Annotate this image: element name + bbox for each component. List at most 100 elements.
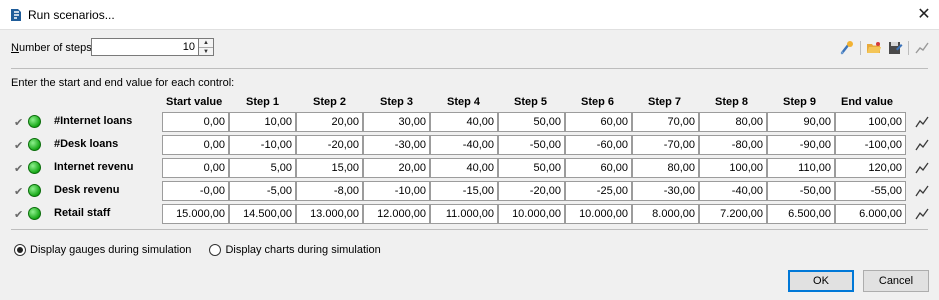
step-value-cell[interactable]: 50,00 <box>498 158 565 178</box>
open-folder-icon[interactable] <box>866 40 882 56</box>
app-logo-icon <box>11 9 21 21</box>
control-enabled-toggle[interactable]: ✔ <box>14 160 42 175</box>
start-value-cell[interactable]: 0,00 <box>162 158 229 178</box>
step-value-cell[interactable]: -40,00 <box>699 181 767 201</box>
step-value-cell[interactable]: 20,00 <box>363 158 430 178</box>
display-charts-label: Display charts during simulation <box>225 244 381 256</box>
number-of-steps-input[interactable]: 10 <box>91 38 199 56</box>
step-value-cell[interactable]: -80,00 <box>699 135 767 155</box>
end-value-cell[interactable]: 6.000,00 <box>835 204 906 224</box>
control-name: Internet revenu <box>54 161 134 173</box>
step-value-cell[interactable]: 30,00 <box>363 112 430 132</box>
step-value-cell[interactable]: -40,00 <box>430 135 498 155</box>
step-value-cell[interactable]: -25,00 <box>565 181 632 201</box>
column-header: Step 3 <box>380 96 414 108</box>
step-value-cell[interactable]: -10,00 <box>363 181 430 201</box>
control-name: Retail staff <box>54 207 111 219</box>
step-value-cell[interactable]: -15,00 <box>430 181 498 201</box>
start-value-cell[interactable]: 15.000,00 <box>162 204 229 224</box>
step-value-cell[interactable]: 50,00 <box>498 112 565 132</box>
end-value-cell[interactable]: -100,00 <box>835 135 906 155</box>
step-value-cell[interactable]: 10,00 <box>229 112 296 132</box>
column-header: Step 4 <box>447 96 481 108</box>
step-value-cell[interactable]: -30,00 <box>363 135 430 155</box>
step-value-cell[interactable]: 12.000,00 <box>363 204 430 224</box>
step-value-cell[interactable]: 15,00 <box>296 158 363 178</box>
step-value-cell[interactable]: 14.500,00 <box>229 204 296 224</box>
display-gauges-option[interactable]: Display gauges during simulation <box>14 244 191 256</box>
step-value-cell[interactable]: -30,00 <box>632 181 699 201</box>
step-value-cell[interactable]: 70,00 <box>632 112 699 132</box>
step-value-cell[interactable]: -5,00 <box>229 181 296 201</box>
step-value-cell[interactable]: 10.000,00 <box>565 204 632 224</box>
row-chart-icon[interactable] <box>914 114 930 130</box>
step-value-cell[interactable]: 5,00 <box>229 158 296 178</box>
step-value-cell[interactable]: 6.500,00 <box>767 204 835 224</box>
step-value-cell[interactable]: 40,00 <box>430 112 498 132</box>
end-value-cell[interactable]: 120,00 <box>835 158 906 178</box>
checkmark-icon: ✔ <box>14 209 24 221</box>
step-value-cell[interactable]: 40,00 <box>430 158 498 178</box>
spin-up-icon[interactable]: ▲ <box>199 39 213 47</box>
checkmark-icon: ✔ <box>14 140 24 152</box>
end-value-cell[interactable]: -55,00 <box>835 181 906 201</box>
status-green-icon <box>28 207 41 220</box>
start-value-cell[interactable]: 0,00 <box>162 135 229 155</box>
control-name: #Desk loans <box>54 138 119 150</box>
save-icon[interactable] <box>887 40 903 56</box>
step-value-cell[interactable]: 110,00 <box>767 158 835 178</box>
cancel-button[interactable]: Cancel <box>863 270 929 292</box>
step-value-cell[interactable]: -60,00 <box>565 135 632 155</box>
toolbar-separator <box>908 41 909 55</box>
step-value-cell[interactable]: 10.000,00 <box>498 204 565 224</box>
status-green-icon <box>28 161 41 174</box>
status-green-icon <box>28 115 41 128</box>
row-chart-icon[interactable] <box>914 160 930 176</box>
start-value-cell[interactable]: -0,00 <box>162 181 229 201</box>
radio-unselected-icon[interactable] <box>209 244 222 256</box>
control-enabled-toggle[interactable]: ✔ <box>14 137 42 152</box>
step-value-cell[interactable]: -10,00 <box>229 135 296 155</box>
step-value-cell[interactable]: 60,00 <box>565 112 632 132</box>
row-chart-icon[interactable] <box>914 137 930 153</box>
step-value-cell[interactable]: -90,00 <box>767 135 835 155</box>
step-value-cell[interactable]: 11.000,00 <box>430 204 498 224</box>
ok-button[interactable]: OK <box>788 270 854 292</box>
step-value-cell[interactable]: -50,00 <box>498 135 565 155</box>
step-value-cell[interactable]: 60,00 <box>565 158 632 178</box>
step-value-cell[interactable]: -70,00 <box>632 135 699 155</box>
step-value-cell[interactable]: 13.000,00 <box>296 204 363 224</box>
step-value-cell[interactable]: -20,00 <box>498 181 565 201</box>
step-value-cell[interactable]: 7.200,00 <box>699 204 767 224</box>
step-value-cell[interactable]: -8,00 <box>296 181 363 201</box>
display-gauges-label: Display gauges during simulation <box>30 244 192 256</box>
control-enabled-toggle[interactable]: ✔ <box>14 206 42 221</box>
end-value-cell[interactable]: 100,00 <box>835 112 906 132</box>
status-green-icon <box>28 138 41 151</box>
step-value-cell[interactable]: 20,00 <box>296 112 363 132</box>
checkmark-icon: ✔ <box>14 186 24 198</box>
radio-selected-icon[interactable] <box>14 244 26 256</box>
steps-spinner[interactable]: ▲ ▼ <box>198 38 214 56</box>
spin-down-icon[interactable]: ▼ <box>199 47 213 55</box>
step-value-cell[interactable]: 80,00 <box>632 158 699 178</box>
column-header: End value <box>841 96 893 108</box>
control-name: Desk revenu <box>54 184 120 196</box>
checkmark-icon: ✔ <box>14 117 24 129</box>
scenario-wizard-icon[interactable] <box>839 40 855 56</box>
chart-icon[interactable] <box>914 40 930 56</box>
control-enabled-toggle[interactable]: ✔ <box>14 114 42 129</box>
step-value-cell[interactable]: -20,00 <box>296 135 363 155</box>
step-value-cell[interactable]: 8.000,00 <box>632 204 699 224</box>
control-enabled-toggle[interactable]: ✔ <box>14 183 42 198</box>
step-value-cell[interactable]: 90,00 <box>767 112 835 132</box>
start-value-cell[interactable]: 0,00 <box>162 112 229 132</box>
row-chart-icon[interactable] <box>914 206 930 222</box>
close-button[interactable]: ✕ <box>909 0 939 30</box>
display-charts-option[interactable]: Display charts during simulation <box>209 244 381 256</box>
row-chart-icon[interactable] <box>914 183 930 199</box>
column-header: Step 8 <box>715 96 749 108</box>
step-value-cell[interactable]: 80,00 <box>699 112 767 132</box>
step-value-cell[interactable]: -50,00 <box>767 181 835 201</box>
step-value-cell[interactable]: 100,00 <box>699 158 767 178</box>
